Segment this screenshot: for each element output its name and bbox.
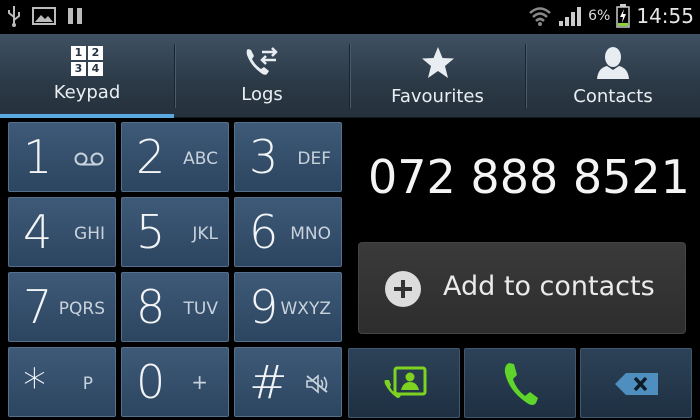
key-4[interactable]: 4 GHI xyxy=(8,197,116,267)
usb-icon xyxy=(8,6,20,27)
mute-icon xyxy=(306,374,328,394)
call-button[interactable] xyxy=(464,348,576,418)
tab-keypad[interactable]: 1 2 3 4 Keypad xyxy=(0,34,174,118)
clock: 14:55 xyxy=(636,4,694,28)
key-2[interactable]: 2 ABC xyxy=(121,122,229,192)
backspace-icon xyxy=(615,373,658,395)
wifi-icon xyxy=(529,7,551,26)
tab-label: Contacts xyxy=(573,86,653,107)
dialed-number-display[interactable]: 072 888 8521 xyxy=(368,150,690,204)
tab-logs[interactable]: Logs xyxy=(175,34,349,118)
signal-icon xyxy=(559,7,582,26)
voicemail-icon xyxy=(74,152,104,166)
key-3[interactable]: 3 DEF xyxy=(234,122,342,192)
key-star[interactable]: * P xyxy=(8,347,116,417)
key-6[interactable]: 6 MNO xyxy=(234,197,342,267)
active-tab-indicator xyxy=(0,114,174,118)
call-logs-icon xyxy=(246,47,278,75)
contact-card-icon xyxy=(384,366,427,398)
status-bar: 6% 14:55 xyxy=(0,0,700,34)
tab-bar: 1 2 3 4 Keypad Logs Favourites Contacts xyxy=(0,34,700,118)
backspace-button[interactable] xyxy=(580,348,692,418)
plus-circle-icon xyxy=(385,271,421,307)
battery-percent: 6% xyxy=(588,8,611,24)
key-9[interactable]: 9 WXYZ xyxy=(234,272,342,342)
key-8[interactable]: 8 TUV xyxy=(121,272,229,342)
key-5[interactable]: 5 JKL xyxy=(121,197,229,267)
key-0[interactable]: 0 + xyxy=(121,347,229,417)
add-to-contacts-button[interactable]: Add to contacts xyxy=(358,242,686,334)
key-1[interactable]: 1 xyxy=(8,122,116,192)
person-icon xyxy=(597,47,629,79)
tab-label: Logs xyxy=(241,84,283,105)
video-call-button[interactable] xyxy=(348,348,460,418)
battery-charging-icon xyxy=(616,4,631,28)
tab-favourites[interactable]: Favourites xyxy=(350,34,525,118)
key-7[interactable]: 7 PQRS xyxy=(8,272,116,342)
add-to-contacts-label: Add to contacts xyxy=(443,271,655,302)
tab-label: Keypad xyxy=(53,82,121,103)
tab-label: Favourites xyxy=(391,86,484,107)
star-icon xyxy=(421,47,454,78)
keypad-grid-icon: 1 2 3 4 xyxy=(71,46,103,76)
tab-contacts[interactable]: Contacts xyxy=(526,34,700,118)
key-hash[interactable]: # xyxy=(234,347,342,417)
pause-icon xyxy=(68,8,82,24)
phone-icon xyxy=(504,363,538,405)
dial-keypad: 1 2 ABC 3 DEF 4 GHI 5 JKL 6 MNO 7 PQRS 8… xyxy=(8,122,342,420)
image-icon xyxy=(32,7,56,25)
